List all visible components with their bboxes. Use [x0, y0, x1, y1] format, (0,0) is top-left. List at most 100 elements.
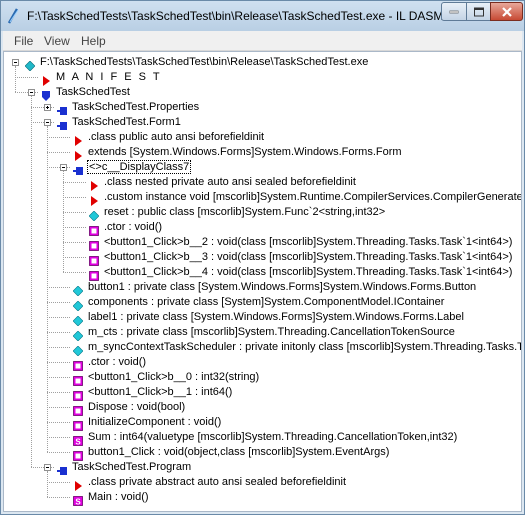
maximize-button[interactable] — [466, 2, 491, 21]
tree-node[interactable]: <>c__DisplayClass7 — [4, 160, 521, 176]
tree-node[interactable]: m_cts : private class [mscorlib]System.T… — [4, 325, 521, 342]
tree-node[interactable]: TaskSchedTest.Properties — [4, 100, 521, 116]
tree-node[interactable]: components : private class [System]Syste… — [4, 295, 521, 312]
tree-connector — [47, 452, 70, 453]
tree-node[interactable]: <button1_Click>b__1 : int64() — [4, 385, 521, 401]
tree-node-label: .ctor : void() — [88, 356, 147, 368]
close-button[interactable] — [490, 2, 523, 21]
tree-connector — [47, 362, 70, 363]
maximize-icon — [473, 7, 484, 16]
tree-connector — [63, 272, 86, 273]
tree-connector — [47, 437, 70, 438]
tree-node[interactable]: m_syncContextTaskScheduler : private ini… — [4, 340, 521, 357]
expand-toggle[interactable] — [44, 104, 51, 111]
menu-help[interactable]: Help — [81, 34, 106, 48]
tree-node[interactable]: button1_Click : void(object,class [mscor… — [4, 445, 521, 461]
tree-node[interactable]: <button1_Click>b__3 : void(class [mscorl… — [4, 250, 521, 266]
tree-node[interactable]: F:\TaskSchedTests\TaskSchedTest\bin\Rele… — [4, 55, 521, 72]
tree-node[interactable]: S Main : void() — [4, 490, 521, 506]
tree-connector — [63, 182, 86, 183]
tree-node[interactable]: TaskSchedTest.Form1 — [4, 115, 521, 131]
tree-node[interactable]: reset : public class [mscorlib]System.Fu… — [4, 205, 521, 222]
tree-node[interactable]: button1 : private class [System.Windows.… — [4, 280, 521, 297]
tree-node-label: TaskSchedTest — [56, 86, 130, 98]
minimize-button[interactable] — [441, 2, 467, 21]
tree-node-label: .ctor : void() — [104, 221, 163, 233]
tree-connector — [63, 242, 86, 243]
tree-connector — [47, 497, 70, 498]
tree-node[interactable]: .ctor : void() — [4, 220, 521, 236]
collapse-toggle[interactable] — [12, 59, 19, 66]
tree-node[interactable]: .ctor : void() — [4, 355, 521, 371]
tree-connector — [47, 287, 70, 288]
field-icon — [88, 208, 100, 222]
method-icon — [73, 388, 83, 401]
tree-node-label: components : private class [System]Syste… — [88, 296, 445, 308]
tree-connector — [47, 422, 70, 423]
method-icon — [89, 253, 99, 266]
tree-connector — [47, 407, 70, 408]
tree-connector — [63, 227, 86, 228]
tree-node[interactable]: .custom instance void [mscorlib]System.R… — [4, 190, 521, 206]
tree-node[interactable]: .class private abstract auto ansi sealed… — [4, 475, 521, 491]
tree-connector — [63, 257, 86, 258]
tree-node-label: button1 : private class [System.Windows.… — [88, 281, 477, 293]
svg-text:S: S — [75, 497, 81, 506]
manifest-icon — [41, 73, 51, 86]
collapse-toggle[interactable] — [60, 164, 67, 171]
tree-node[interactable]: Dispose : void(bool) — [4, 400, 521, 416]
tree-connector — [63, 212, 86, 213]
tree-node[interactable]: <button1_Click>b__2 : void(class [mscorl… — [4, 235, 521, 251]
assembly-tree-view[interactable]: F:\TaskSchedTests\TaskSchedTest\bin\Rele… — [3, 51, 522, 512]
tree-node-label: m_cts : private class [mscorlib]System.T… — [88, 326, 455, 338]
method-icon — [73, 373, 83, 386]
tree-connector — [47, 392, 70, 393]
info-icon — [89, 193, 99, 206]
tree-node-label: TaskSchedTest.Properties — [72, 101, 200, 113]
class-icon — [57, 463, 67, 475]
tree-node-label: .class private abstract auto ansi sealed… — [88, 476, 347, 488]
tree-node[interactable]: .class public auto ansi beforefieldinit — [4, 130, 521, 146]
assembly-icon — [24, 58, 36, 72]
static-method-icon: S — [73, 433, 83, 446]
tree-node-label: TaskSchedTest.Program — [72, 461, 192, 473]
tree-node[interactable]: label1 : private class [System.Windows.F… — [4, 310, 521, 327]
tree-node-label: reset : public class [mscorlib]System.Fu… — [104, 206, 386, 218]
ildasm-app-icon — [7, 8, 19, 24]
collapse-toggle[interactable] — [28, 89, 35, 96]
class-icon — [57, 118, 67, 130]
collapse-toggle[interactable] — [44, 119, 51, 126]
tree-node[interactable]: M A N I F E S T — [4, 70, 521, 86]
menu-file[interactable]: File — [14, 34, 33, 48]
method-icon — [89, 223, 99, 236]
method-icon — [89, 238, 99, 251]
tree-connector — [47, 317, 70, 318]
tree-node[interactable]: TaskSchedTest.Program — [4, 460, 521, 476]
static-method-icon: S — [73, 493, 83, 506]
tree-node[interactable]: TaskSchedTest — [4, 85, 521, 101]
field-icon — [72, 343, 84, 357]
tree-node-label: TaskSchedTest.Form1 — [72, 116, 181, 128]
tree-connector — [47, 137, 70, 138]
collapse-toggle[interactable] — [44, 464, 51, 471]
tree-node[interactable]: S Sum : int64(valuetype [mscorlib]System.… — [4, 430, 521, 446]
tree-connector — [47, 332, 70, 333]
tree-node-label: F:\TaskSchedTests\TaskSchedTest\bin\Rele… — [40, 56, 369, 68]
ildasm-window: F:\TaskSchedTests\TaskSchedTest\bin\Rele… — [0, 0, 525, 515]
info-icon — [73, 133, 83, 146]
tree-node[interactable]: <button1_Click>b__4 : void(class [mscorl… — [4, 265, 521, 281]
tree-node[interactable]: extends [System.Windows.Forms]System.Win… — [4, 145, 521, 161]
tree-node[interactable]: .class nested private auto ansi sealed b… — [4, 175, 521, 191]
method-icon — [73, 418, 83, 431]
method-icon — [73, 403, 83, 416]
close-icon — [501, 6, 512, 17]
info-icon — [73, 478, 83, 491]
tree-node-label: .class public auto ansi beforefieldinit — [88, 131, 265, 143]
tree-node[interactable]: InitializeComponent : void() — [4, 415, 521, 431]
title-bar[interactable]: F:\TaskSchedTests\TaskSchedTest\bin\Rele… — [1, 1, 524, 31]
tree-connector — [15, 77, 38, 78]
menu-view[interactable]: View — [44, 34, 70, 48]
tree-node[interactable]: <button1_Click>b__0 : int32(string) — [4, 370, 521, 386]
namespace-icon — [41, 88, 51, 101]
tree-node-label: <button1_Click>b__2 : void(class [mscorl… — [104, 236, 513, 248]
